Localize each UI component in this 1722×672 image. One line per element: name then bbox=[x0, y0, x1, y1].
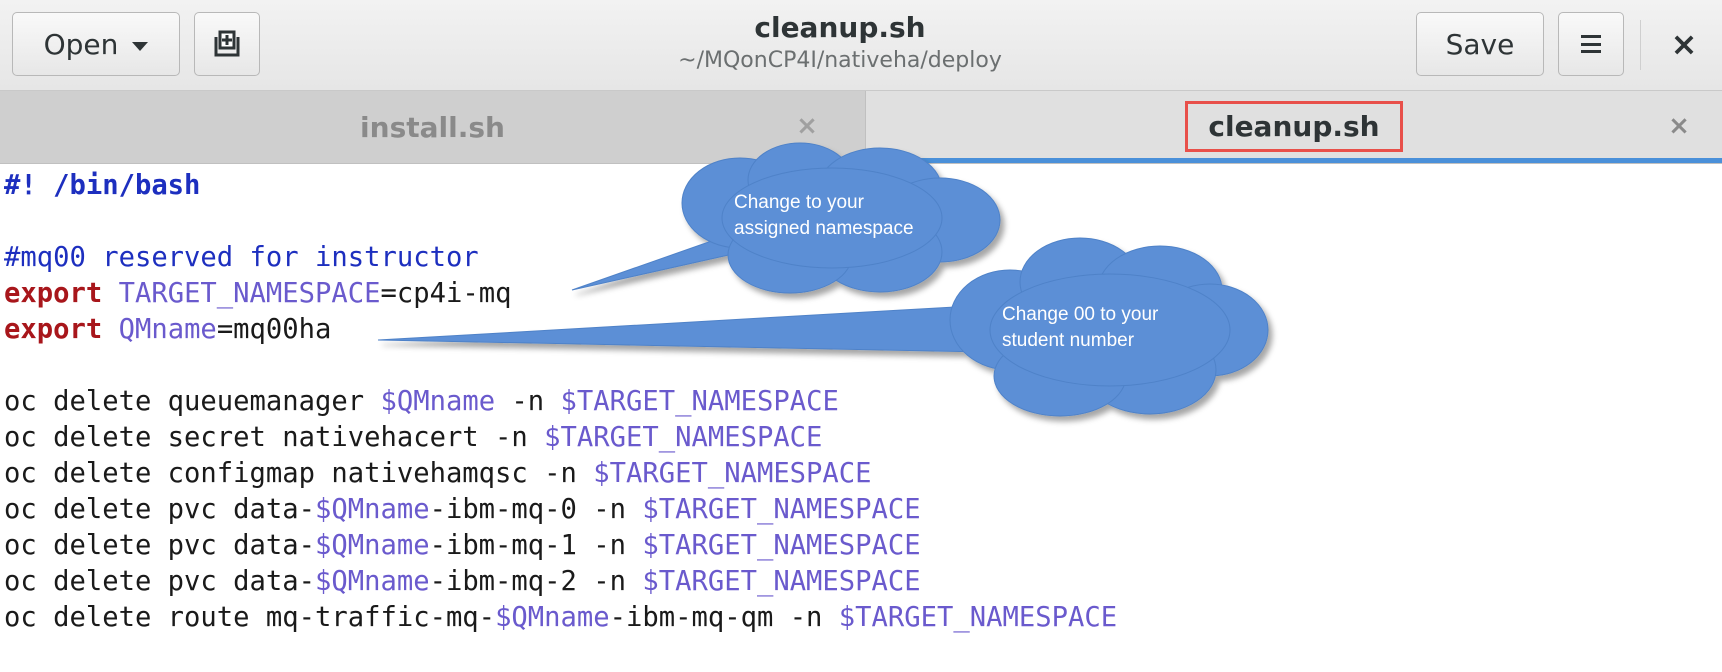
close-window-button[interactable]: × bbox=[1660, 22, 1708, 66]
code-line: oc delete route mq-traffic-mq-$QMname-ib… bbox=[4, 600, 1117, 636]
code-token: $QMname bbox=[315, 530, 430, 561]
open-button[interactable]: Open bbox=[12, 12, 180, 76]
callout-line: Change 00 to your bbox=[1002, 304, 1159, 325]
code-token: -ibm-mq-1 -n bbox=[429, 530, 643, 561]
header-separator bbox=[1640, 20, 1641, 70]
tab-close-icon[interactable]: × bbox=[1662, 109, 1696, 143]
code-token: export bbox=[4, 314, 103, 345]
code-token: oc delete pvc data- bbox=[4, 530, 315, 561]
tab-close-icon[interactable]: × bbox=[790, 109, 824, 143]
code-token: oc delete secret nativehacert -n bbox=[4, 422, 545, 453]
code-token: $TARGET_NAMESPACE bbox=[642, 494, 921, 525]
tab-label: cleanup.sh bbox=[1185, 101, 1403, 152]
code-token: $TARGET_NAMESPACE bbox=[838, 602, 1118, 633]
code-token: oc delete route mq-traffic-mq- bbox=[4, 602, 496, 633]
window-title: cleanup.sh bbox=[754, 11, 926, 44]
code-line: #mq00 reserved for instructor bbox=[4, 240, 479, 276]
code-token: -ibm-mq-2 -n bbox=[429, 566, 643, 597]
callout-line: student number bbox=[1002, 330, 1135, 351]
code-token: TARGET_NAMESPACE bbox=[118, 278, 381, 309]
code-token: $QMname bbox=[380, 386, 496, 417]
new-document-icon bbox=[214, 30, 240, 57]
code-token: $QMname bbox=[315, 494, 430, 525]
code-line: oc delete configmap nativehamqsc -n $TAR… bbox=[4, 456, 872, 492]
code-token: $TARGET_NAMESPACE bbox=[560, 386, 839, 417]
tab-bar: install.sh × cleanup.sh × bbox=[0, 91, 1722, 164]
window-title-area: cleanup.sh ~/MQonCP4I/nativeha/deploy bbox=[560, 10, 1120, 76]
window-subtitle-path: ~/MQonCP4I/nativeha/deploy bbox=[678, 48, 1002, 73]
callout-line: assigned namespace bbox=[734, 218, 914, 239]
tab-label: install.sh bbox=[360, 110, 505, 144]
code-token: QMname bbox=[118, 314, 217, 345]
code-token: $QMname bbox=[315, 566, 430, 597]
code-line: oc delete pvc data-$QMname-ibm-mq-0 -n $… bbox=[4, 492, 921, 528]
code-token: -ibm-mq-qm -n bbox=[609, 602, 839, 633]
new-document-button[interactable] bbox=[194, 12, 260, 76]
code-line: oc delete queuemanager $QMname -n $TARGE… bbox=[4, 384, 839, 420]
text-editor[interactable]: #! /bin/bash #mq00 reserved for instructo… bbox=[0, 168, 1722, 672]
code-line: oc delete secret nativehacert -n $TARGET… bbox=[4, 420, 822, 456]
menu-button[interactable] bbox=[1558, 12, 1624, 76]
code-token: $TARGET_NAMESPACE bbox=[544, 422, 823, 453]
header-bar: Open cleanup.sh ~/MQonCP4I/nativeha/depl… bbox=[0, 0, 1722, 91]
chevron-down-icon bbox=[132, 41, 149, 51]
code-line: #! /bin/bash bbox=[4, 168, 200, 204]
code-token: oc delete pvc data- bbox=[4, 566, 315, 597]
tab-cleanup-sh[interactable]: cleanup.sh × bbox=[866, 91, 1722, 163]
save-button[interactable]: Save bbox=[1416, 12, 1544, 76]
code-token: #! /bin/bash bbox=[4, 170, 201, 201]
code-token: $QMname bbox=[495, 602, 610, 633]
code-token: oc delete queuemanager bbox=[4, 386, 381, 417]
code-token: oc delete pvc data- bbox=[4, 494, 315, 525]
code-token: export bbox=[4, 278, 103, 309]
code-line: oc delete pvc data-$QMname-ibm-mq-1 -n $… bbox=[4, 528, 921, 564]
code-token: -ibm-mq-0 -n bbox=[429, 494, 643, 525]
code-token: =mq00ha bbox=[216, 314, 332, 345]
tab-install-sh[interactable]: install.sh × bbox=[0, 91, 866, 163]
code-token: $TARGET_NAMESPACE bbox=[642, 566, 921, 597]
code-token: $TARGET_NAMESPACE bbox=[593, 458, 872, 489]
callout-line: Change to your bbox=[734, 192, 864, 213]
code-token: $TARGET_NAMESPACE bbox=[642, 530, 921, 561]
code-token: #mq00 reserved for instructor bbox=[4, 242, 479, 273]
code-token: oc delete configmap nativehamqsc -n bbox=[4, 458, 594, 489]
code-line: export TARGET_NAMESPACE=cp4i-mq bbox=[4, 276, 511, 312]
open-button-label: Open bbox=[43, 27, 119, 61]
code-line: export QMname=mq00ha bbox=[4, 312, 331, 348]
code-token: =cp4i-mq bbox=[380, 278, 512, 309]
callout-text-student-number: Change 00 to your student number bbox=[1002, 302, 1158, 354]
callout-text-namespace: Change to your assigned namespace bbox=[734, 190, 914, 242]
code-token: -n bbox=[495, 386, 561, 417]
code-line: oc delete pvc data-$QMname-ibm-mq-2 -n $… bbox=[4, 564, 921, 600]
hamburger-menu-icon bbox=[1581, 35, 1601, 53]
